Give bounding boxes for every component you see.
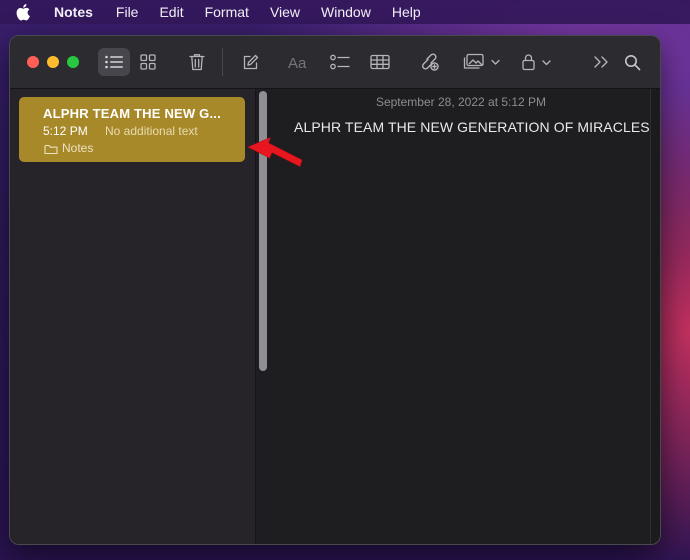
notes-list-sidebar: ALPHR TEAM THE NEW G... 5:12 PM No addit… — [10, 89, 255, 544]
collaborate-button[interactable] — [418, 48, 442, 76]
menu-help[interactable]: Help — [392, 4, 421, 20]
folder-icon — [44, 142, 58, 160]
media-icon — [463, 53, 500, 69]
gallery-view-button[interactable] — [136, 48, 160, 76]
format-text-icon: Aa — [288, 55, 307, 70]
editor-right-edge — [650, 89, 660, 544]
format-text-button[interactable]: Aa — [286, 48, 312, 76]
gallery-view-icon — [140, 54, 156, 70]
notes-window: Aa ALPHR TEAM THE NEW G... 5:12 PM No ad… — [9, 35, 661, 545]
note-body-text[interactable]: ALPHR TEAM THE NEW GENERATION OF MIRACLE… — [294, 119, 650, 135]
minimize-window-button[interactable] — [47, 56, 59, 68]
menu-app-notes[interactable]: Notes — [54, 4, 93, 20]
lock-note-button[interactable] — [520, 48, 554, 76]
table-button[interactable] — [368, 48, 392, 76]
trash-icon — [189, 54, 205, 71]
menu-view[interactable]: View — [270, 4, 300, 20]
checklist-button[interactable] — [328, 48, 352, 76]
collaborate-icon — [421, 53, 439, 71]
list-view-button[interactable] — [98, 48, 130, 76]
search-button[interactable] — [621, 48, 643, 76]
red-arrow-annotation — [247, 137, 303, 167]
note-time: 5:12 PM — [43, 124, 88, 138]
new-note-button[interactable] — [239, 48, 261, 76]
checklist-icon — [330, 54, 350, 69]
menu-edit[interactable]: Edit — [159, 4, 183, 20]
delete-note-button[interactable] — [186, 48, 208, 76]
more-icon — [594, 56, 608, 68]
toolbar: Aa — [10, 36, 660, 89]
media-button[interactable] — [460, 48, 504, 76]
lock-icon — [522, 54, 551, 71]
more-toolbar-button[interactable] — [590, 48, 612, 76]
menu-bar: Notes File Edit Format View Window Help — [0, 0, 690, 24]
note-list-item[interactable]: ALPHR TEAM THE NEW G... 5:12 PM No addit… — [19, 97, 245, 162]
menu-window[interactable]: Window — [321, 4, 371, 20]
note-editor[interactable]: September 28, 2022 at 5:12 PM ALPHR TEAM… — [272, 89, 650, 544]
table-icon — [370, 54, 390, 70]
search-icon — [624, 54, 640, 70]
toolbar-separator — [222, 48, 223, 76]
compose-icon — [243, 54, 258, 69]
close-window-button[interactable] — [27, 56, 39, 68]
note-date: September 28, 2022 at 5:12 PM — [375, 95, 547, 109]
apple-logo-icon[interactable] — [16, 2, 36, 22]
menu-file[interactable]: File — [116, 4, 139, 20]
note-title: ALPHR TEAM THE NEW G... — [43, 106, 221, 121]
note-folder-name: Notes — [62, 141, 94, 155]
menu-format[interactable]: Format — [205, 4, 249, 20]
zoom-window-button[interactable] — [67, 56, 79, 68]
list-view-icon — [105, 55, 123, 69]
svg-text:Aa: Aa — [288, 55, 307, 70]
note-preview: No additional text — [105, 124, 198, 138]
